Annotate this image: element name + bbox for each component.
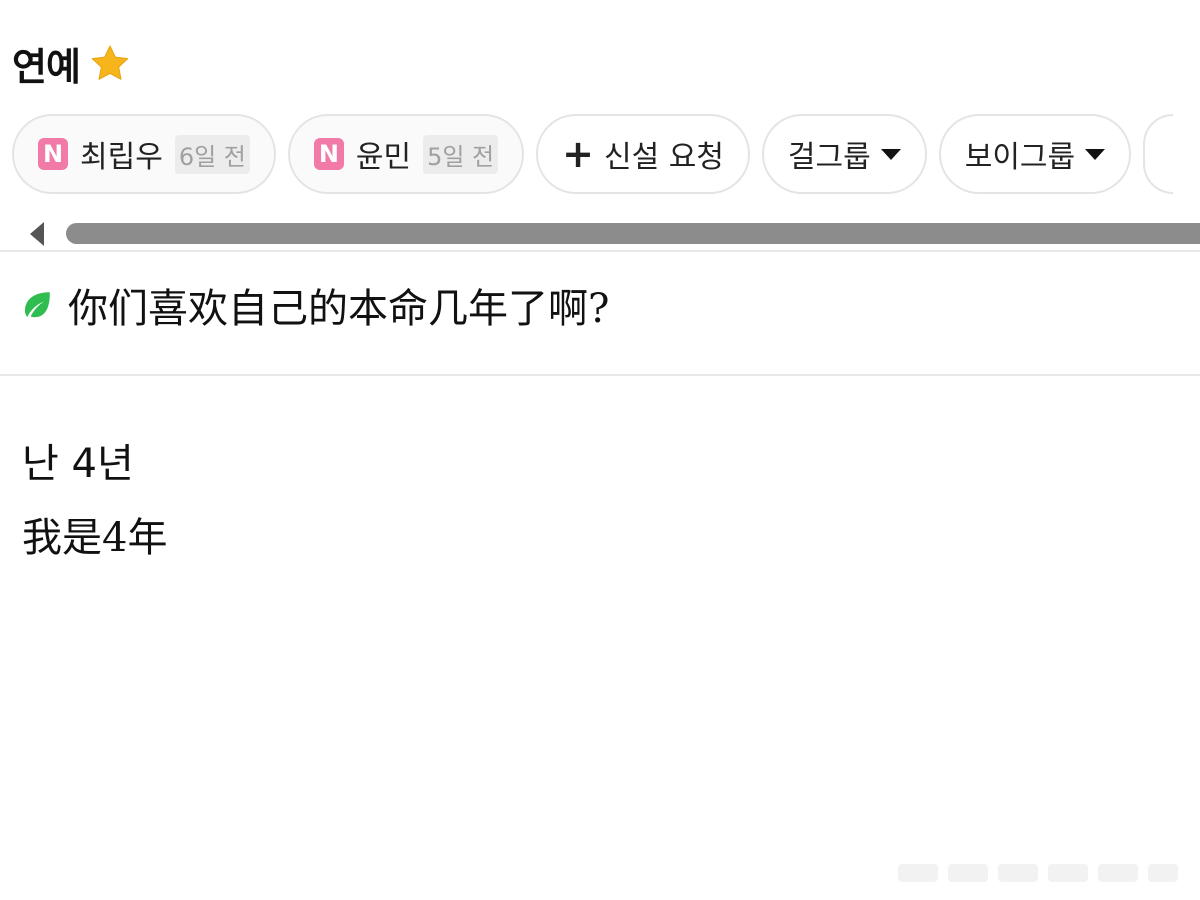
plus-icon: + [562,132,594,176]
chip-time: 5일 전 [423,134,499,174]
caret-down-icon [1085,148,1106,160]
body-line: 我是4年 [22,515,168,561]
page-title: 연예 [12,45,81,89]
boy-group-dropdown[interactable]: 보이그룹 [938,114,1132,194]
scroll-left-arrow-icon[interactable] [30,222,44,246]
chip-label: 윤민 [355,140,412,175]
page: 연예 N 최립우 6일 전 N 윤민 5일 전 + 신설 요청 걸그룹 보이그룹 [0,0,1200,900]
divider [0,374,1200,376]
horizontal-scrollbar-thumb[interactable] [66,223,1200,244]
request-new-label: 신설 요청 [603,140,724,175]
boy-group-label: 보이그룹 [964,140,1076,175]
chip-choi-rip-woo[interactable]: N 최립우 6일 전 [12,114,276,194]
girl-group-dropdown[interactable]: 걸그룹 [761,114,927,194]
divider [0,250,1200,252]
chip-yun-min[interactable]: N 윤민 5일 전 [287,114,525,194]
girl-group-label: 걸그룹 [787,140,871,175]
chip-partial-offscreen[interactable] [1143,114,1174,194]
new-badge: N [313,138,344,170]
post-title-text: 你们喜欢自己的本命几年了啊? [68,286,610,332]
chip-label: 최립우 [80,140,163,175]
star-icon[interactable] [88,42,132,86]
watermark-logo [898,864,1178,882]
new-badge: N [38,138,68,170]
caret-down-icon [880,148,901,160]
post-body: 난 4년 我是4年 [22,434,167,568]
header: 연예 [12,36,132,91]
chip-time: 6일 전 [174,134,250,174]
leaf-icon [24,292,50,318]
category-chip-row: N 최립우 6일 전 N 윤민 5일 전 + 신설 요청 걸그룹 보이그룹 [12,114,1174,194]
post-title[interactable]: 你们喜欢自己的本命几年了啊? [20,276,609,334]
request-new-button[interactable]: + 신설 요청 [536,114,750,194]
body-line: 난 4년 [22,441,134,487]
